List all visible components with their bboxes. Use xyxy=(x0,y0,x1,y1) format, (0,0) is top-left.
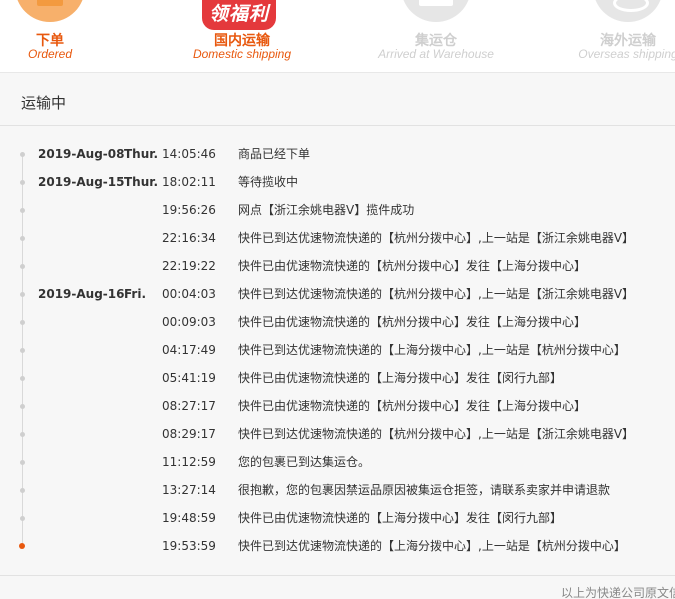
row-time: 05:41:19 xyxy=(162,371,216,385)
step-warehouse-sublabel: Arrived at Warehouse xyxy=(378,47,494,61)
row-weekday: Thur. xyxy=(124,175,159,189)
row-message: 快件已由优速物流快递的【杭州分拨中心】发往【上海分拨中心】 xyxy=(238,399,587,413)
timeline-dot xyxy=(20,180,25,185)
airplane-icon xyxy=(593,0,663,22)
row-date: 2019-Aug-16 xyxy=(38,287,125,301)
row-time: 04:17:49 xyxy=(162,343,216,357)
row-time: 11:12:59 xyxy=(162,455,216,469)
timeline-dot xyxy=(20,152,25,157)
tracking-row: 08:29:17 快件已到达优速物流快递的【杭州分拨中心】,上一站是【浙江余姚电器… xyxy=(0,425,675,443)
tracking-row: 2019-Aug-16 Fri. 00:04:03 快件已到达优速物流快递的【杭州分拨… xyxy=(0,285,675,303)
tracking-row: 19:56:26 网点【浙江余姚电器V】揽件成功 xyxy=(0,201,675,219)
title-divider xyxy=(0,125,675,126)
row-time: 00:04:03 xyxy=(162,287,216,301)
timeline-dot xyxy=(20,432,25,437)
row-time: 00:09:03 xyxy=(162,315,216,329)
row-time: 22:19:22 xyxy=(162,259,216,273)
row-message: 快件已由优速物流快递的【杭州分拨中心】发往【上海分拨中心】 xyxy=(238,259,587,273)
timeline-dot xyxy=(20,488,25,493)
tracking-row: 22:16:34 快件已到达优速物流快递的【杭州分拨中心】,上一站是【浙江余姚电器… xyxy=(0,229,675,247)
row-date: 2019-Aug-15 xyxy=(38,175,125,189)
step-domestic-sublabel: Domestic shipping xyxy=(192,47,292,61)
row-message: 快件已到达优速物流快递的【上海分拨中心】,上一站是【杭州分拨中心】 xyxy=(238,343,626,357)
timeline-dot xyxy=(20,320,25,325)
footer-divider xyxy=(0,575,675,576)
tracking-row: 00:09:03 快件已由优速物流快递的【杭州分拨中心】发往【上海分拨中心】 xyxy=(0,313,675,331)
tracking-row: 22:19:22 快件已由优速物流快递的【杭州分拨中心】发往【上海分拨中心】 xyxy=(0,257,675,275)
timeline-dot xyxy=(20,348,25,353)
timeline-dot xyxy=(20,292,25,297)
step-overseas-sublabel: Overseas shipping xyxy=(578,47,675,61)
row-weekday: Thur. xyxy=(124,147,159,161)
cart-icon xyxy=(15,0,85,22)
row-message: 您的包裹已到达集运仓。 xyxy=(238,455,371,469)
step-ordered-sublabel: Ordered xyxy=(27,47,73,61)
row-date: 2019-Aug-08 xyxy=(38,147,125,161)
row-message: 快件已到达优速物流快递的【上海分拨中心】,上一站是【杭州分拨中心】 xyxy=(238,539,626,553)
row-message: 快件已由优速物流快递的【上海分拨中心】发往【闵行九部】 xyxy=(238,371,563,385)
timeline-dot xyxy=(20,208,25,213)
tracking-row: 13:27:14 很抱歉，您的包裹因禁运品原因被集运仓拒签，请联系卖家并申请退款 xyxy=(0,481,675,499)
row-message: 商品已经下单 xyxy=(238,147,311,161)
row-message: 等待揽收中 xyxy=(238,175,299,189)
timeline-dot xyxy=(20,264,25,269)
tracking-row: 05:41:19 快件已由优速物流快递的【上海分拨中心】发往【闵行九部】 xyxy=(0,369,675,387)
tracking-row: 11:12:59 您的包裹已到达集运仓。 xyxy=(0,453,675,471)
tracking-row: 19:53:59 快件已到达优速物流快递的【上海分拨中心】,上一站是【杭州分拨中心… xyxy=(0,537,675,555)
row-message: 网点【浙江余姚电器V】揽件成功 xyxy=(238,203,415,217)
timeline-dot xyxy=(20,404,25,409)
tracking-row: 04:17:49 快件已到达优速物流快递的【上海分拨中心】,上一站是【杭州分拨中心… xyxy=(0,341,675,359)
tracking-row: 2019-Aug-08 Thur. 14:05:46 商品已经下单 xyxy=(0,145,675,163)
row-message: 快件已由优速物流快递的【杭州分拨中心】发往【上海分拨中心】 xyxy=(238,315,587,329)
row-time: 08:29:17 xyxy=(162,427,216,441)
row-time: 08:27:17 xyxy=(162,399,216,413)
timeline-dot xyxy=(20,460,25,465)
row-message: 快件已到达优速物流快递的【杭州分拨中心】,上一站是【浙江余姚电器V】 xyxy=(238,287,635,301)
tracking-row: 08:27:17 快件已由优速物流快递的【杭州分拨中心】发往【上海分拨中心】 xyxy=(0,397,675,415)
tracking-row: 19:48:59 快件已由优速物流快递的【上海分拨中心】发往【闵行九部】 xyxy=(0,509,675,527)
welfare-badge[interactable]: 领福利 xyxy=(202,0,276,30)
timeline-dot xyxy=(20,516,25,521)
footer-note: 以上为快递公司原文信息 xyxy=(561,586,675,599)
timeline-dot xyxy=(20,236,25,241)
row-time: 13:27:14 xyxy=(162,483,216,497)
row-message: 快件已由优速物流快递的【上海分拨中心】发往【闵行九部】 xyxy=(238,511,563,525)
row-message: 快件已到达优速物流快递的【杭州分拨中心】,上一站是【浙江余姚电器V】 xyxy=(238,231,635,245)
tracking-row: 2019-Aug-15 Thur. 18:02:11 等待揽收中 xyxy=(0,173,675,191)
row-time: 19:53:59 xyxy=(162,539,216,553)
row-time: 14:05:46 xyxy=(162,147,216,161)
row-message: 快件已到达优速物流快递的【杭州分拨中心】,上一站是【浙江余姚电器V】 xyxy=(238,427,635,441)
row-message: 很抱歉，您的包裹因禁运品原因被集运仓拒签，请联系卖家并申请退款 xyxy=(238,483,611,497)
timeline-dot xyxy=(20,376,25,381)
row-time: 19:56:26 xyxy=(162,203,216,217)
tracking-panel: 运输中 2019-Aug-08 Thur. 14:05:46 商品已经下单 2019-A… xyxy=(0,72,675,599)
row-time: 19:48:59 xyxy=(162,511,216,525)
row-time: 22:16:34 xyxy=(162,231,216,245)
row-time: 18:02:11 xyxy=(162,175,216,189)
warehouse-icon xyxy=(401,0,471,22)
panel-title: 运输中 xyxy=(21,94,67,112)
shipping-progress-steps: 下单 Ordered 领福利 国内运输 Domestic shipping 集运… xyxy=(0,0,675,72)
timeline-dot xyxy=(19,543,25,549)
row-weekday: Fri. xyxy=(124,287,147,301)
